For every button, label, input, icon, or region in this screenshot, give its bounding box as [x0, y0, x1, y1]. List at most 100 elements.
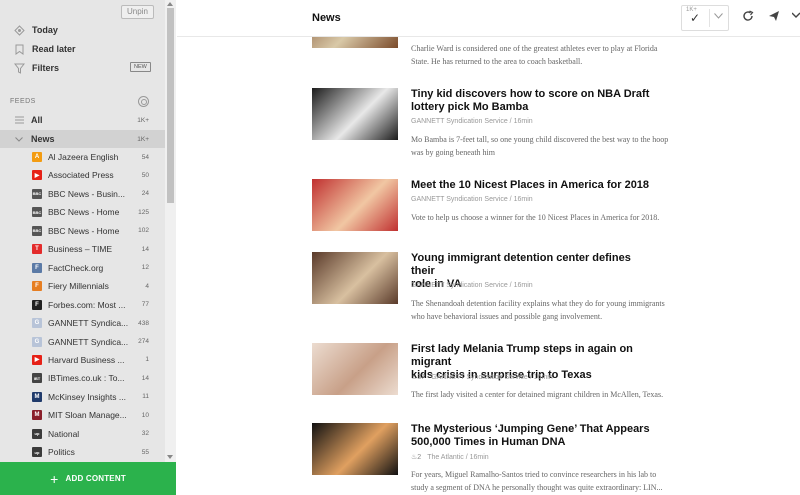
article-snippet-line: The first lady visited a center for deta…	[411, 390, 664, 399]
article-meta: GANNETT Syndication Service / 16min	[411, 282, 533, 289]
article-snippet: The first lady visited a center for deta…	[411, 388, 711, 401]
feed-item[interactable]: BBC BBC News - Home 102	[0, 222, 165, 240]
feed-item-name: Politics	[48, 447, 75, 458]
mark-as-read-button[interactable]: 1K+ ✓	[681, 5, 729, 31]
article-title-line: Young immigrant detention center defines…	[411, 252, 631, 277]
feed-favicon-icon: G	[32, 318, 42, 329]
feed-item-count: 54	[141, 153, 149, 161]
feed-group-news[interactable]: News 1K+	[0, 130, 165, 148]
article-thumbnail[interactable]	[312, 252, 398, 304]
feed-item[interactable]: M McKinsey Insights ... 11	[0, 388, 165, 406]
unpin-button[interactable]: Unpin	[121, 5, 154, 19]
feed-item-name: FactCheck.org	[48, 262, 104, 273]
engagement-count: ♨37	[411, 373, 425, 381]
scroll-down-arrow-icon[interactable]	[167, 455, 173, 459]
article-meta: GANNETT Syndication Service / 16min	[411, 118, 533, 125]
feed-item[interactable]: ▶ Harvard Business ... 1	[0, 351, 165, 369]
article-title[interactable]: The Mysterious ‘Jumping Gene’ That Appea…	[411, 423, 651, 449]
article-list: Charlie Ward is considered one of the gr…	[177, 0, 800, 495]
feed-item-count: 14	[141, 374, 149, 382]
feed-item[interactable]: G GANNETT Syndica... 438	[0, 314, 165, 332]
feed-favicon-icon: M	[32, 391, 42, 402]
feed-item[interactable]: up Politics 55	[0, 443, 165, 461]
feed-item[interactable]: A Al Jazeera English 54	[0, 148, 165, 166]
engagement-value: 37	[417, 374, 426, 381]
article-title[interactable]: Meet the 10 Nicest Places in America for…	[411, 179, 651, 192]
scrollbar-thumb[interactable]	[167, 8, 174, 203]
nav-filters[interactable]: Filters NEW	[0, 59, 165, 77]
article-thumbnail[interactable]	[312, 88, 398, 140]
main-stream: Charlie Ward is considered one of the gr…	[177, 0, 800, 495]
feeds-settings-gear-icon[interactable]	[138, 96, 149, 107]
filter-icon	[13, 62, 25, 74]
feed-item-count: 50	[141, 171, 149, 179]
article-title-line: The Mysterious ‘Jumping Gene’ That Appea…	[411, 423, 650, 435]
feed-item[interactable]: F FactCheck.org 12	[0, 259, 165, 277]
feed-item[interactable]: M MIT Sloan Manage... 10	[0, 406, 165, 424]
article-source-time: GANNETT Syndication Service / 16min	[431, 373, 553, 381]
refresh-icon[interactable]	[742, 10, 754, 25]
article-snippet-line: State. He has returned to the area to co…	[411, 57, 583, 66]
feed-item[interactable]: BBC BBC News - Home 125	[0, 203, 165, 221]
sidebar-scrollbar[interactable]	[165, 0, 176, 462]
feed-item-count: 4	[145, 282, 149, 290]
feed-item-name: GANNETT Syndica...	[48, 318, 129, 329]
feed-item-name: McKinsey Insights ...	[48, 391, 126, 402]
nav-filters-label: Filters	[32, 63, 60, 73]
feed-item[interactable]: F Forbes.com: Most ... 77	[0, 296, 165, 314]
feed-group-news-count: 1K+	[137, 135, 149, 143]
article-meta: GANNETT Syndication Service / 16min	[411, 196, 533, 203]
article-snippet: The Shenandoah detention facility explai…	[411, 297, 711, 323]
article-title-line: Meet the 10 Nicest Places in America for…	[411, 179, 650, 191]
feed-item[interactable]: F Fiery Millennials 4	[0, 277, 165, 295]
feed-item-name: BBC News - Busin...	[48, 188, 125, 199]
engagement-count: ♨2	[411, 453, 421, 461]
article-title-line: lottery pick Mo Bamba	[411, 101, 529, 113]
article-snippet: Charlie Ward is considered one of the gr…	[411, 42, 711, 68]
feed-item-count: 24	[141, 190, 149, 198]
article-snippet-line: study a segment of DNA he personally tho…	[411, 483, 663, 492]
feed-item[interactable]: up National 32	[0, 425, 165, 443]
feed-item-count: 125	[138, 208, 149, 216]
article-snippet-line: Charlie Ward is considered one of the gr…	[411, 44, 658, 53]
feed-item-name: BBC News - Home	[48, 225, 120, 236]
chevron-down-icon[interactable]	[714, 11, 723, 22]
more-icon[interactable]	[791, 10, 800, 25]
feed-item-name: Fiery Millennials	[48, 281, 109, 292]
article-meta: ♨2 The Atlantic / 16min	[411, 453, 489, 462]
feed-item[interactable]: T Business – TIME 14	[0, 240, 165, 258]
article-snippet-line: For years, Miguel Ramalho-Santos tried t…	[411, 470, 657, 479]
scroll-up-arrow-icon[interactable]	[167, 2, 173, 6]
plus-icon: +	[50, 470, 59, 487]
feed-item[interactable]: ▶ Associated Press 50	[0, 166, 165, 184]
check-icon: ✓	[690, 11, 701, 25]
feed-favicon-icon: F	[32, 262, 42, 273]
article-snippet-line: was by going beneath him	[411, 148, 495, 157]
top-bar: News 1K+ ✓	[177, 0, 800, 37]
feed-group-news-label: News	[31, 134, 55, 144]
feed-item-count: 55	[141, 448, 149, 456]
add-content-button[interactable]: + ADD CONTENT	[0, 462, 176, 495]
sidebar: Unpin Today Read later Filters NEW FEEDS	[0, 0, 176, 495]
feed-favicon-icon: up	[32, 447, 42, 458]
article-thumbnail[interactable]	[312, 423, 398, 475]
article-source-time: GANNETT Syndication Service / 16min	[411, 196, 533, 203]
send-icon[interactable]	[768, 10, 780, 25]
article-snippet-line: who have behavioral issues and possible …	[411, 312, 603, 321]
nav-today[interactable]: Today	[0, 21, 165, 39]
feed-item[interactable]: IBT IBTimes.co.uk : To... 14	[0, 369, 165, 387]
feed-item-count: 102	[138, 227, 149, 235]
article-title[interactable]: Tiny kid discovers how to score on NBA D…	[411, 88, 651, 114]
feed-favicon-icon: BBC	[32, 207, 42, 218]
feed-item[interactable]: G GANNETT Syndica... 274	[0, 333, 165, 351]
feed-favicon-icon: T	[32, 244, 42, 255]
article-thumbnail[interactable]	[312, 179, 398, 231]
article-thumbnail[interactable]	[312, 343, 398, 395]
feed-favicon-icon: M	[32, 410, 42, 421]
feed-group-all[interactable]: All 1K+	[0, 111, 165, 129]
feed-item-name: Al Jazeera English	[48, 152, 119, 162]
nav-read-later[interactable]: Read later	[0, 40, 165, 58]
feed-item[interactable]: BBC BBC News - Busin... 24	[0, 185, 165, 203]
article-snippet: For years, Miguel Ramalho-Santos tried t…	[411, 468, 711, 494]
feed-favicon-icon: G	[32, 336, 42, 347]
